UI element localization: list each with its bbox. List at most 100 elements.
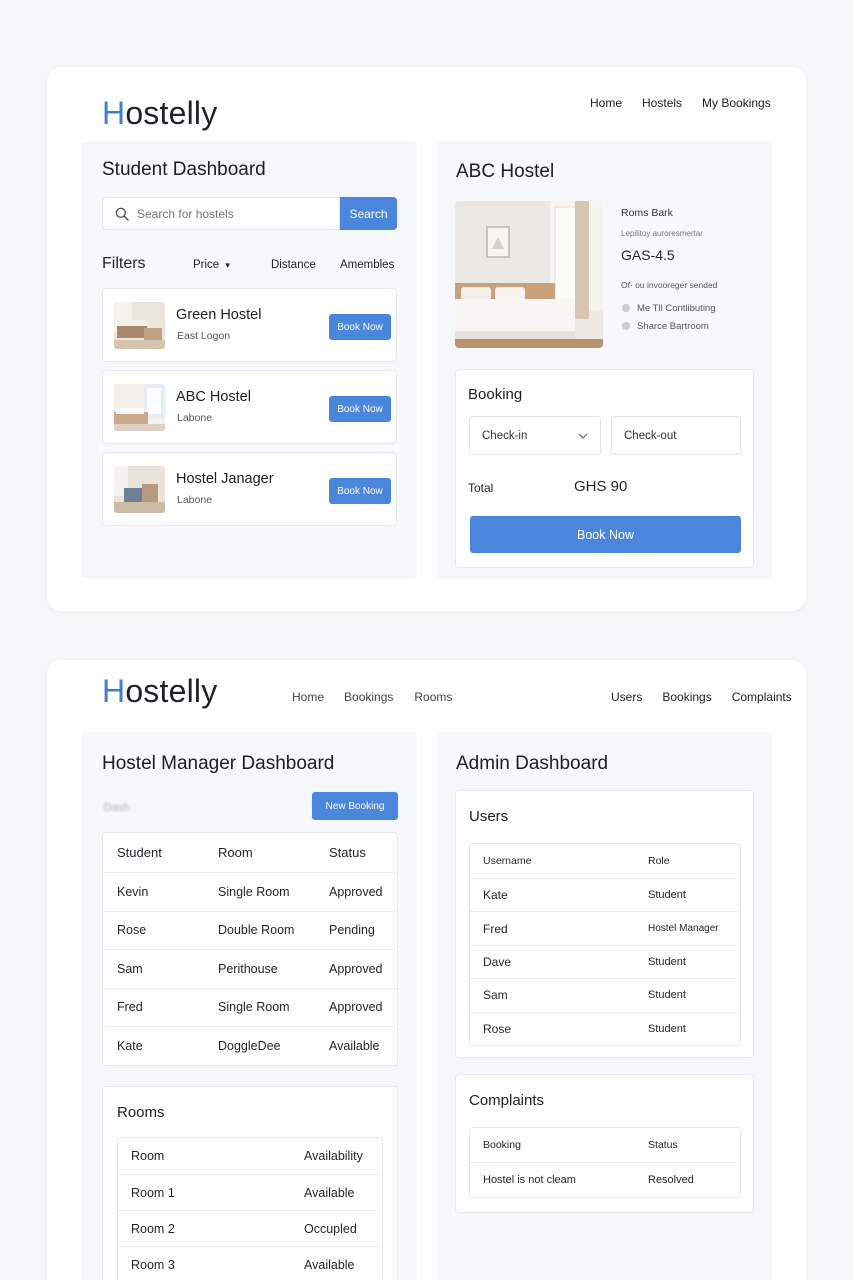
hostel-detail-title: ABC Hostel xyxy=(456,161,555,182)
room-name: Roms Bark xyxy=(621,207,673,219)
book-now-button[interactable]: Book Now xyxy=(329,396,391,422)
table-row[interactable]: Fred Hostel Manager xyxy=(470,911,740,944)
book-now-button[interactable]: Book Now xyxy=(329,314,391,340)
users-table: Username Role Kate Student Fred Hostel M… xyxy=(469,843,741,1046)
search-button[interactable]: Search xyxy=(340,197,397,230)
status-cell: Pending xyxy=(329,923,375,938)
chevron-down-icon xyxy=(578,433,588,439)
table-row[interactable]: Sam Student xyxy=(470,978,740,1011)
room-cell: Room 1 xyxy=(131,1185,175,1200)
logo-text: ostelly xyxy=(125,95,218,131)
filter-distance[interactable]: Distance xyxy=(271,259,316,271)
table-row[interactable]: Rose Double Room Pending xyxy=(103,910,397,950)
table-row[interactable]: Dave Student xyxy=(470,944,740,978)
app-logo[interactable]: Hostelly xyxy=(102,95,217,132)
student-dashboard-panel: Student Dashboard Search Filters Price ▾… xyxy=(82,141,417,579)
table-header-row: Username Role xyxy=(470,844,740,878)
manager-admin-card: Hostelly Home Bookings Rooms Users Booki… xyxy=(47,660,806,1280)
logo-letter: H xyxy=(102,95,126,131)
nav-home[interactable]: Home xyxy=(292,690,324,704)
role-cell: Hostel Manager xyxy=(648,923,719,935)
table-header-row: Booking Status xyxy=(470,1128,740,1162)
complaint-cell: Hostel is not cleam xyxy=(483,1174,576,1186)
caret-down-icon: ▾ xyxy=(225,260,230,270)
bullet-icon xyxy=(622,322,630,330)
room-cell: Perithouse xyxy=(218,961,278,976)
logo-letter: H xyxy=(102,673,126,709)
hostel-location: Labone xyxy=(177,412,213,424)
column-header: Status xyxy=(648,1139,678,1151)
nav-bookings[interactable]: Bookings xyxy=(344,690,393,704)
column-header: Role xyxy=(648,855,670,867)
checkin-label: Check-in xyxy=(482,430,528,442)
table-row[interactable]: Kate DoggleDee Available xyxy=(103,1026,397,1065)
table-row[interactable]: Room 2 Occupled xyxy=(118,1210,382,1246)
checkin-field[interactable]: Check-in xyxy=(469,416,601,455)
nav-my-bookings[interactable]: My Bookings xyxy=(702,96,771,110)
nav-hostels[interactable]: Hostels xyxy=(642,96,682,110)
username-cell: Kate xyxy=(483,888,508,903)
hostel-card[interactable]: Green Hostel East Logon Book Now xyxy=(102,288,397,362)
username-cell: Sam xyxy=(483,988,508,1003)
hostel-card[interactable]: ABC Hostel Labone Book Now xyxy=(102,370,397,444)
complaints-title: Complaints xyxy=(469,1092,545,1109)
table-row[interactable]: Room 3 Available xyxy=(118,1246,382,1280)
book-now-button[interactable]: Book Now xyxy=(470,516,741,553)
status-cell: Available xyxy=(329,1038,380,1053)
availability-cell: Occupled xyxy=(304,1221,357,1236)
table-row[interactable]: Room 1 Available xyxy=(118,1174,382,1210)
checkout-field[interactable]: Check-out xyxy=(611,416,741,455)
nav-home[interactable]: Home xyxy=(590,96,622,110)
hostel-card[interactable]: Hostel Janager Labone Book Now xyxy=(102,452,397,526)
search-icon xyxy=(115,207,129,221)
student-cell: Sam xyxy=(117,961,143,976)
hostel-location: Labone xyxy=(177,494,213,506)
total-label: Total xyxy=(468,481,494,495)
username-cell: Fred xyxy=(483,921,508,936)
search-input[interactable] xyxy=(137,206,327,221)
column-header: Room xyxy=(131,1149,165,1163)
hostel-name: Green Hostel xyxy=(176,307,262,323)
complaints-table: Booking Status Hostel is not cleam Resol… xyxy=(469,1127,741,1198)
app-logo[interactable]: Hostelly xyxy=(102,673,217,710)
complaints-section: Complaints Booking Status Hostel is not … xyxy=(455,1074,754,1213)
rooms-table: Room Availability Room 1 Available Room … xyxy=(117,1137,383,1280)
new-booking-button[interactable]: New Booking xyxy=(312,792,398,820)
top-nav: Home Hostels My Bookings xyxy=(590,96,771,110)
room-subtitle: Lepilitoy auroresmertar xyxy=(621,229,703,238)
feature-label: Sharce Bartroom xyxy=(637,321,709,332)
filters-label: Filters xyxy=(102,255,146,272)
book-now-button[interactable]: Book Now xyxy=(329,478,391,504)
student-cell: Rose xyxy=(117,923,147,938)
feature-label: Me Tll Contlibuting xyxy=(637,303,716,314)
room-note: Of· ou invooreger sended xyxy=(621,280,718,290)
nav-bookings[interactable]: Bookings xyxy=(662,690,711,704)
users-title: Users xyxy=(469,808,509,825)
filter-price-label: Price xyxy=(193,259,220,271)
bookings-table: Student Room Status Kevin Single Room Ap… xyxy=(102,832,398,1066)
hostel-location: East Logon xyxy=(177,330,231,342)
page-title: Student Dashboard xyxy=(102,159,266,180)
table-row[interactable]: Hostel is not cleam Resolved xyxy=(470,1162,740,1197)
booking-form: Booking Check-in Check-out Total GHS 90 … xyxy=(455,369,754,568)
hostel-thumbnail xyxy=(114,302,165,349)
manager-dashboard-title: Hostel Manager Dashboard xyxy=(102,753,335,774)
table-row[interactable]: Fred Single Room Approved xyxy=(103,987,397,1027)
room-cell: DoggleDee xyxy=(218,1038,281,1053)
filter-amenities[interactable]: Amembles xyxy=(340,259,394,271)
table-row[interactable]: Sam Perithouse Approved xyxy=(103,949,397,988)
student-cell: Kate xyxy=(117,1038,143,1053)
table-row[interactable]: Kevin Single Room Approved xyxy=(103,872,397,911)
table-row[interactable]: Kate Student xyxy=(470,878,740,911)
filter-price[interactable]: Price ▾ xyxy=(193,259,230,271)
nav-complaints[interactable]: Complaints xyxy=(732,690,792,704)
nav-users[interactable]: Users xyxy=(611,690,642,704)
search-input-wrapper[interactable] xyxy=(102,197,340,230)
column-header: Availability xyxy=(304,1149,363,1163)
total-value: GHS 90 xyxy=(574,478,628,495)
nav-rooms[interactable]: Rooms xyxy=(414,690,452,704)
table-row[interactable]: Rose Student xyxy=(470,1011,740,1045)
student-view-card: Hostelly Home Hostels My Bookings Studen… xyxy=(47,67,806,611)
status-cell: Approved xyxy=(329,961,383,976)
rooms-title: Rooms xyxy=(117,1104,165,1121)
